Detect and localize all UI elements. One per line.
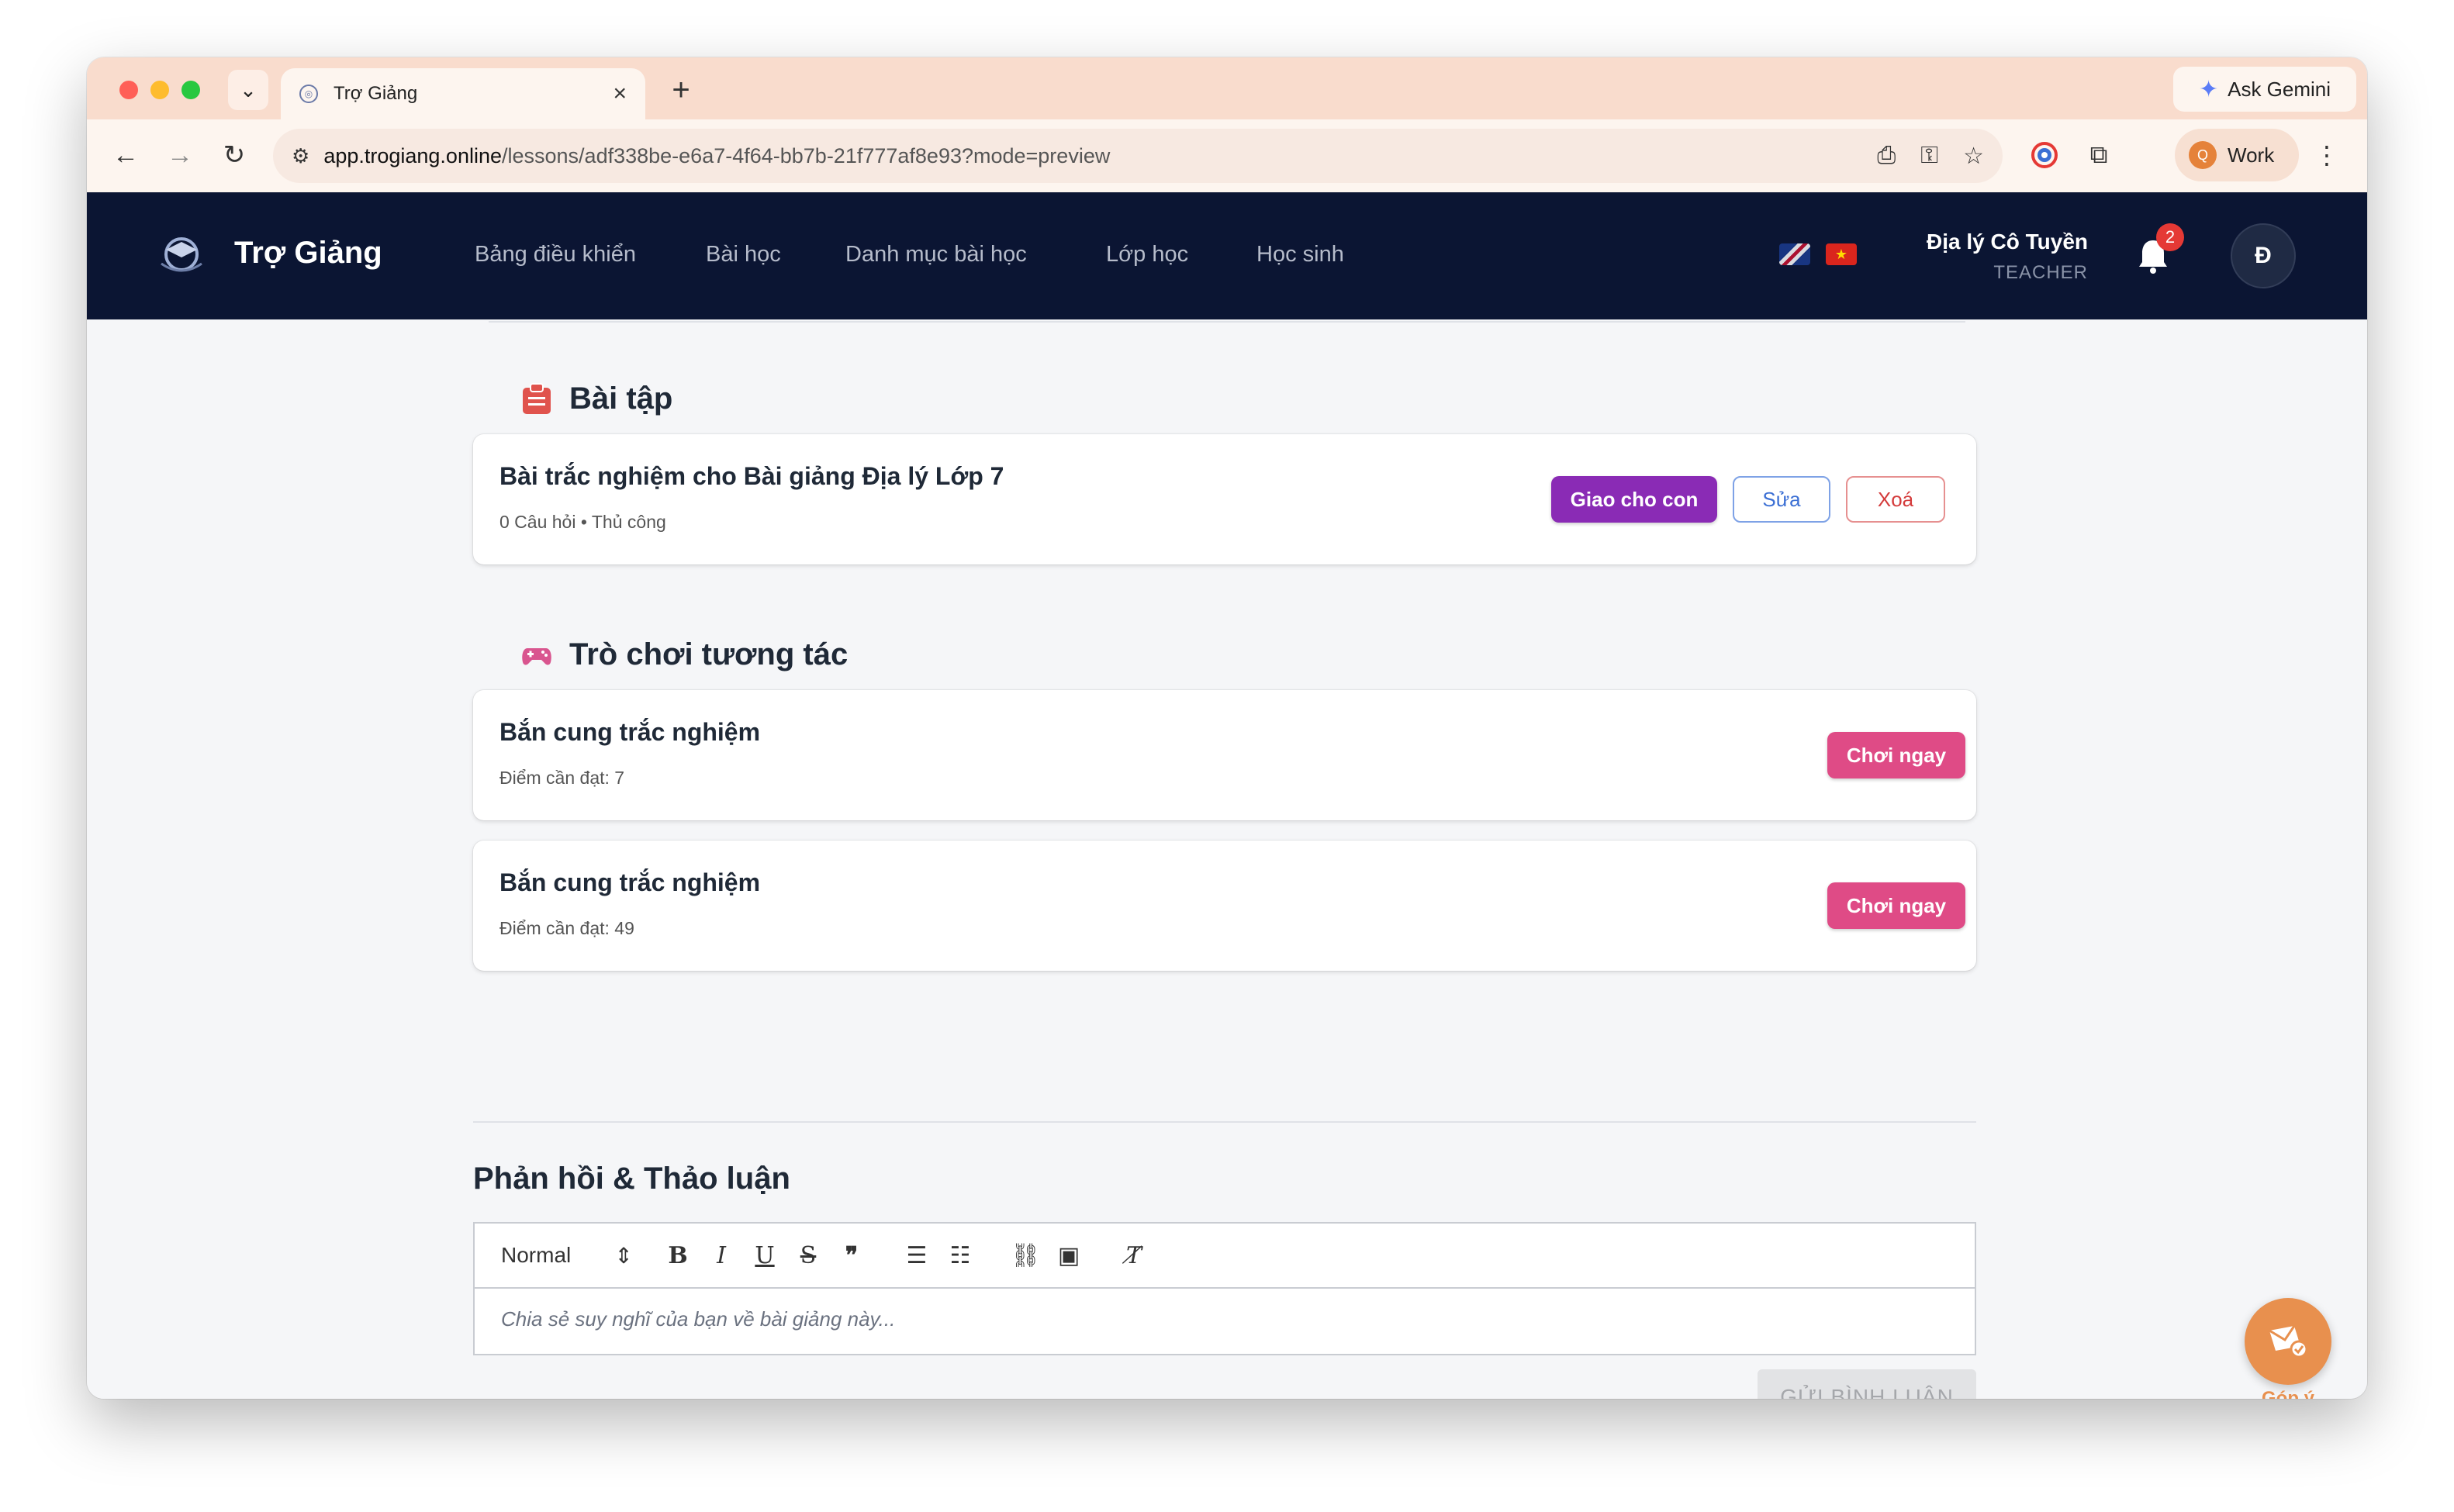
profile-avatar: Q — [2189, 141, 2217, 169]
site-settings-icon[interactable]: ⚙ — [292, 144, 309, 168]
bold-icon[interactable]: B — [656, 1242, 700, 1269]
delete-button[interactable]: Xoá — [1846, 476, 1945, 523]
url-text[interactable]: app.trogiang.online/lessons/adf338be-e6a… — [323, 144, 1852, 168]
format-select-value: Normal — [501, 1242, 572, 1267]
brand-name[interactable]: Trợ Giảng — [234, 236, 382, 271]
back-arrow-icon[interactable]: ← — [105, 135, 146, 175]
ask-gemini-label: Ask Gemini — [2228, 77, 2331, 101]
install-app-icon[interactable]: ⎙ — [1877, 143, 1896, 169]
color-extension-icon[interactable] — [2024, 135, 2065, 175]
lesson-content: Bài tập Bài trắc nghiệm cho Bài giảng Đị… — [87, 319, 2367, 1399]
select-arrows-icon: ⇕ — [614, 1243, 633, 1268]
ordered-list-icon[interactable]: ☰ — [895, 1242, 938, 1269]
clear-format-icon[interactable]: T̸ — [1112, 1242, 1156, 1269]
notification-badge: 2 — [2156, 223, 2184, 251]
exercise-title: Bài trắc nghiệm cho Bài giảng Địa lý Lớp… — [499, 462, 1004, 490]
flag-vn-icon[interactable]: ★ — [1826, 243, 1857, 265]
previous-card-edge — [489, 319, 1965, 323]
game-title: Bắn cung trắc nghiệm — [499, 868, 761, 896]
maximize-window-button[interactable] — [181, 81, 200, 99]
image-icon[interactable]: ▣ — [1047, 1242, 1090, 1269]
games-title-text: Trò chơi tương tác — [569, 637, 849, 671]
url-path: /lessons/adf338be-e6a7-4f64-bb7b-21f777a… — [502, 143, 1111, 167]
edit-button[interactable]: Sửa — [1733, 476, 1830, 523]
play-now-button[interactable]: Chơi ngay — [1827, 882, 1965, 929]
feedback-fab-button[interactable] — [2245, 1298, 2331, 1385]
tab-bar: ⌄ ◎ Trợ Giảng × + ✦ Ask Gemini — [87, 57, 2367, 119]
game-card: Bắn cung trắc nghiệm Điểm cần đạt: 49 Ch… — [473, 841, 1976, 971]
browser-window: ⌄ ◎ Trợ Giảng × + ✦ Ask Gemini ← → ↻ ⚙ a… — [87, 57, 2367, 1399]
browser-tab-active[interactable]: ◎ Trợ Giảng × — [281, 68, 645, 119]
nav-dashboard[interactable]: Bảng điều khiển — [475, 242, 636, 268]
gemini-sparkle-icon: ✦ — [2198, 76, 2219, 102]
submit-comment-button[interactable]: GỬI BÌNH LUẬN — [1758, 1369, 1976, 1399]
browser-toolbar: ← → ↻ ⚙ app.trogiang.online/lessons/adf3… — [87, 119, 2367, 192]
exercise-card: Bài trắc nghiệm cho Bài giảng Địa lý Lớp… — [473, 434, 1976, 564]
profile-button[interactable]: Q Work — [2175, 129, 2299, 181]
tab-search-chevron-down-icon[interactable]: ⌄ — [228, 70, 268, 110]
profile-label: Work — [2228, 143, 2275, 167]
link-icon[interactable]: ⛓ — [1004, 1242, 1047, 1269]
comment-input[interactable]: Chia sẻ suy nghĩ của bạn về bài giảng nà… — [501, 1307, 895, 1331]
minimize-window-button[interactable] — [150, 81, 169, 99]
browser-menu-dots-icon[interactable]: ⋮ — [2307, 135, 2347, 175]
tab-title: Trợ Giảng — [334, 83, 418, 104]
exercise-meta: 0 Câu hỏi • Thủ công — [499, 512, 666, 532]
italic-icon[interactable]: I — [700, 1242, 743, 1269]
nav-classes[interactable]: Lớp học — [1106, 242, 1188, 268]
game-meta: Điểm cần đạt: 49 — [499, 918, 634, 938]
tab-favicon-icon: ◎ — [299, 85, 318, 103]
feedback-fab-label[interactable]: Góp ý — [2240, 1388, 2336, 1399]
blockquote-icon[interactable]: ❞ — [830, 1242, 873, 1269]
bookmark-star-icon[interactable]: ☆ — [1963, 143, 1984, 170]
url-host: app.trogiang.online — [323, 143, 502, 167]
user-avatar[interactable]: Đ — [2231, 223, 2296, 288]
extensions-puzzle-icon[interactable]: ⧉ — [2079, 135, 2119, 175]
app-header: Trợ Giảng Bảng điều khiển Bài học Danh m… — [87, 192, 2367, 319]
game-title: Bắn cung trắc nghiệm — [499, 718, 761, 746]
nav-lesson-categories[interactable]: Danh mục bài học — [845, 242, 1027, 268]
user-role: TEACHER — [1993, 262, 2088, 283]
assign-button[interactable]: Giao cho con — [1551, 476, 1717, 523]
editor-toolbar: Normal ⇕ B I U S ❞ ☰ ☷ ⛓ ▣ T̸ — [475, 1224, 1975, 1289]
nav-students[interactable]: Học sinh — [1256, 242, 1344, 268]
forward-arrow-icon[interactable]: → — [160, 135, 200, 175]
close-window-button[interactable] — [119, 81, 138, 99]
ask-gemini-button[interactable]: ✦ Ask Gemini — [2173, 67, 2356, 112]
section-divider — [473, 1121, 1976, 1123]
user-name: Địa lý Cô Tuyền — [1927, 230, 2088, 254]
new-tab-plus-icon[interactable]: + — [661, 70, 701, 110]
mail-feedback-icon — [2269, 1325, 2308, 1358]
comment-editor: Normal ⇕ B I U S ❞ ☰ ☷ ⛓ ▣ T̸ Chia sẻ su… — [473, 1222, 1976, 1355]
bullet-list-icon[interactable]: ☷ — [938, 1242, 982, 1269]
gamepad-icon — [522, 647, 551, 665]
exercises-title-text: Bài tập — [569, 381, 673, 416]
feedback-title: Phản hồi & Thảo luận — [473, 1162, 790, 1196]
format-select[interactable]: Normal ⇕ — [501, 1243, 633, 1269]
address-bar[interactable]: ⚙ app.trogiang.online/lessons/adf338be-e… — [273, 129, 2003, 183]
play-now-button[interactable]: Chơi ngay — [1827, 732, 1965, 778]
tab-close-icon[interactable]: × — [613, 81, 627, 107]
nav-lessons[interactable]: Bài học — [706, 242, 781, 268]
game-card: Bắn cung trắc nghiệm Điểm cần đạt: 7 Chơ… — [473, 690, 1976, 820]
underline-icon[interactable]: U — [743, 1242, 786, 1269]
exercises-section-title: Bài tập — [521, 381, 672, 416]
games-section-title: Trò chơi tương tác — [521, 637, 848, 672]
reload-icon[interactable]: ↻ — [214, 135, 254, 175]
clipboard-icon — [523, 382, 551, 414]
strikethrough-icon[interactable]: S — [786, 1242, 830, 1269]
password-key-icon[interactable]: ⚿ — [1920, 143, 1938, 169]
flag-uk-icon[interactable] — [1779, 243, 1810, 265]
logo-icon[interactable] — [158, 233, 205, 276]
game-meta: Điểm cần đạt: 7 — [499, 768, 625, 788]
